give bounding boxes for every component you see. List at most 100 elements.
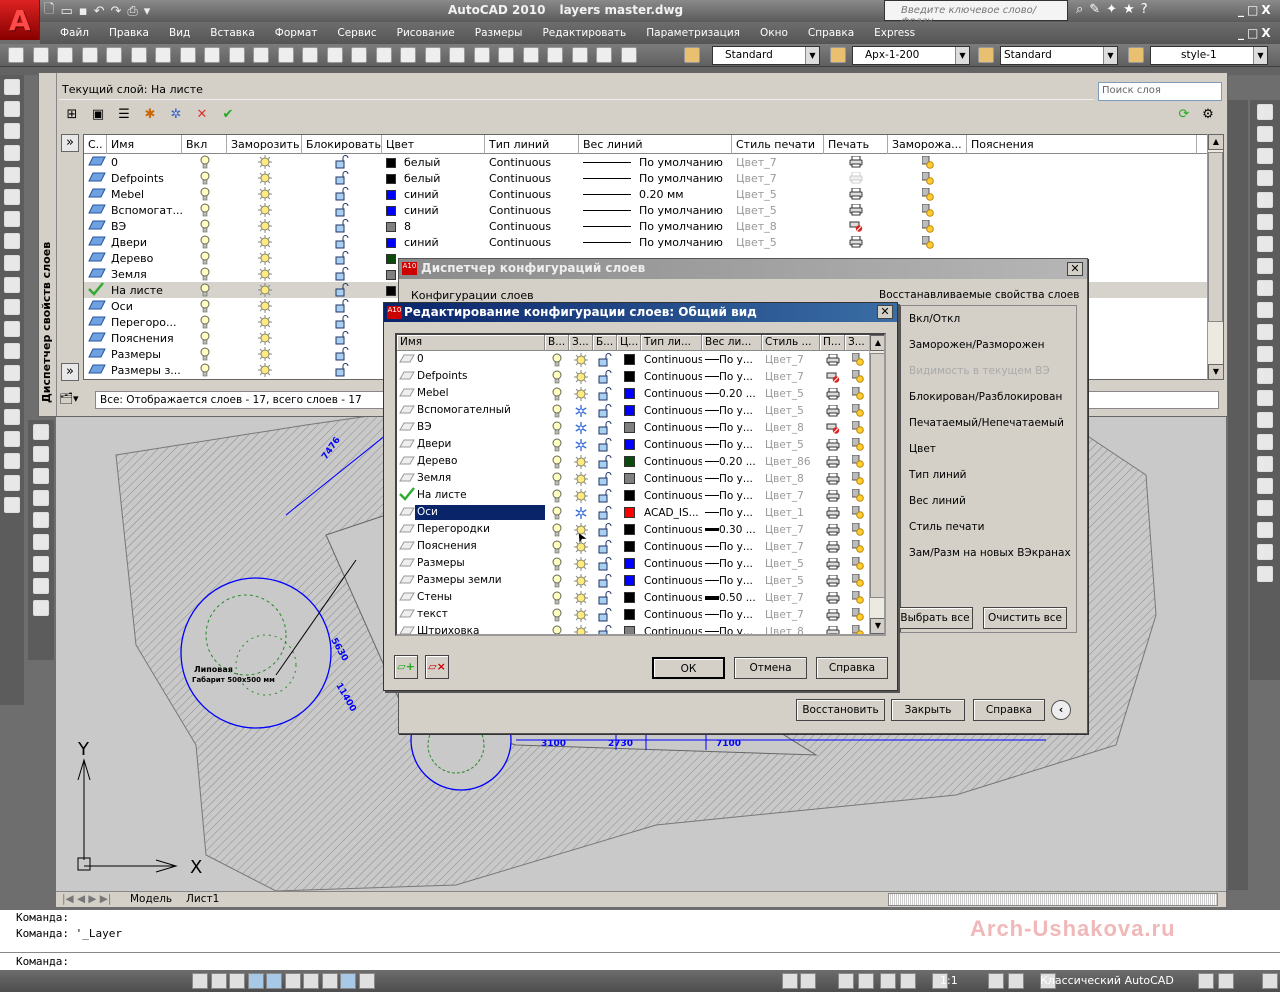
layer-name-cell[interactable]: Defpoints	[397, 369, 545, 384]
restore-property-checkbox[interactable]: Стиль печати	[901, 514, 1076, 540]
layer-thawed-sun-icon[interactable]	[569, 454, 593, 469]
open-icon[interactable]: ▭	[60, 4, 72, 19]
right-tool-9-icon[interactable]	[1257, 302, 1273, 318]
tab-model[interactable]: Модель	[130, 893, 172, 905]
new-vp-freeze-icon[interactable]	[845, 387, 870, 400]
layer-linetype[interactable]: Continuous	[641, 371, 702, 383]
column-header[interactable]: Стиль ...	[762, 335, 820, 351]
set-current-icon[interactable]: ✔	[219, 107, 237, 123]
layer-thawed-sun-icon[interactable]	[227, 203, 302, 217]
layer-table-scrollbar[interactable]: ▲ ▼	[1207, 134, 1224, 380]
menu-window[interactable]: Окно	[750, 27, 798, 39]
layer-lineweight[interactable]: По умолчанию	[579, 172, 732, 185]
right-tool-11-icon[interactable]	[1257, 346, 1273, 362]
infocenter-tools[interactable]: ⌕✎✦★?	[1076, 2, 1154, 17]
new-file-icon[interactable]: 🗋	[44, 0, 54, 22]
layer-thawed-sun-icon[interactable]	[569, 624, 593, 634]
menu-edit[interactable]: Правка	[99, 27, 159, 39]
rectangle-icon[interactable]	[4, 167, 20, 183]
layer-unlocked-icon[interactable]	[593, 386, 617, 401]
arc-icon[interactable]	[4, 189, 20, 205]
restore-property-checkbox[interactable]: Тип линий	[901, 462, 1076, 488]
layer-thawed-sun-icon[interactable]	[227, 235, 302, 249]
scroll-down-icon[interactable]: ▼	[870, 618, 884, 634]
plot-icon[interactable]	[820, 438, 845, 451]
column-header[interactable]: Заморозить	[227, 135, 302, 154]
layer-lineweight[interactable]: По у...	[702, 626, 762, 634]
color-swatch[interactable]	[617, 388, 641, 399]
close-button[interactable]: Закрыть	[891, 699, 965, 721]
make-block-icon[interactable]	[4, 343, 20, 359]
command-input[interactable]: Команда:	[0, 952, 1280, 968]
region-icon[interactable]	[4, 431, 20, 447]
layer-unlocked-icon[interactable]	[302, 235, 382, 249]
layer-name-cell[interactable]: На листе	[397, 487, 545, 504]
new-vp-freeze-icon[interactable]	[845, 472, 870, 485]
undo-icon[interactable]: ↶	[94, 4, 105, 19]
layer-unlocked-icon[interactable]	[593, 403, 617, 418]
plot-icon[interactable]	[820, 506, 845, 519]
layer-thawed-sun-icon[interactable]	[227, 267, 302, 281]
dim-style-icon[interactable]	[830, 47, 846, 63]
zoom-previous-icon[interactable]	[449, 47, 465, 63]
pan-icon[interactable]	[375, 47, 392, 63]
osnap-toggle[interactable]	[266, 973, 282, 989]
column-header[interactable]: Вес линий	[579, 135, 732, 154]
otrack-toggle[interactable]	[303, 973, 319, 989]
layer-thawed-sun-icon[interactable]	[569, 607, 593, 622]
3dosnap-toggle[interactable]	[284, 973, 301, 989]
layer-unlocked-icon[interactable]	[302, 203, 382, 217]
restore-property-checkbox[interactable]: Вкл/Откл	[901, 306, 1076, 332]
layer-unlocked-icon[interactable]	[302, 331, 382, 345]
expand-filter-tree-button[interactable]: »	[61, 363, 79, 381]
chevron-down-icon[interactable]: ▼	[805, 47, 819, 64]
layer-unlocked-icon[interactable]	[593, 624, 617, 634]
layer-thawed-sun-icon[interactable]	[569, 488, 593, 503]
layer-on-bulb-icon[interactable]	[545, 608, 569, 622]
text-style-icon[interactable]	[684, 47, 700, 63]
layer-on-bulb-icon[interactable]	[545, 404, 569, 418]
remove-layers-button[interactable]: ▱×	[425, 655, 449, 679]
color-swatch[interactable]	[617, 422, 641, 433]
layer-states-manager-icon[interactable]: ☰	[115, 107, 133, 123]
right-tool-4-icon[interactable]	[1257, 192, 1273, 208]
layer-name[interactable]: Mebel	[107, 188, 182, 201]
layer-lineweight[interactable]: 0.20 ...	[702, 388, 762, 400]
color-swatch[interactable]	[617, 473, 641, 484]
menu-tools[interactable]: Сервис	[327, 27, 386, 39]
cut-icon[interactable]	[204, 47, 220, 63]
markup-icon[interactable]	[571, 47, 588, 63]
right-tool-13-icon[interactable]	[1257, 390, 1273, 406]
layer-unlocked-icon[interactable]	[302, 315, 382, 329]
plot-icon[interactable]	[820, 387, 845, 400]
right-tool-7-icon[interactable]	[1257, 258, 1273, 274]
layer-on-bulb-icon[interactable]	[182, 251, 227, 265]
layer-color[interactable]: 8	[382, 220, 485, 233]
design-center-icon[interactable]	[498, 47, 514, 63]
layer-unlocked-icon[interactable]	[593, 420, 617, 435]
infocenter-search-input[interactable]: Введите ключевое слово/фразу	[884, 0, 1068, 27]
layer-on-bulb-icon[interactable]	[545, 506, 569, 520]
menu-format[interactable]: Формат	[265, 27, 328, 39]
cancel-button[interactable]: Отмена	[734, 657, 807, 679]
layer-name[interactable]: На листе	[107, 284, 182, 297]
right-tool-3-icon[interactable]	[1257, 170, 1273, 186]
restore-property-checkbox[interactable]: Печатаемый/Непечатаемый	[901, 410, 1076, 436]
layer-name[interactable]: Пояснения	[107, 332, 182, 345]
dim-style-select[interactable]: Арх-1-200 ▼	[852, 46, 970, 65]
layer-linetype[interactable]: Continuous	[641, 422, 702, 434]
layer-linetype[interactable]: Continuous	[485, 156, 579, 169]
layer-name[interactable]: ВЭ	[107, 220, 182, 233]
layer-color[interactable]: белый	[382, 156, 485, 169]
layer-state-row[interactable]: Двери Continuous По у... Цвет_5	[397, 436, 884, 453]
layer-row[interactable]: Mebel синий Continuous 0.20 мм Цвет_5	[84, 186, 1223, 202]
new-vp-freeze-icon[interactable]	[845, 489, 870, 502]
expand-filter-tree-button[interactable]: »	[61, 134, 79, 152]
layer-lineweight[interactable]: По у...	[702, 507, 762, 519]
publish-icon[interactable]	[130, 47, 147, 63]
layer-thawed-sun-icon[interactable]	[227, 171, 302, 185]
layer-state-row[interactable]: ВЭ Continuous По у... Цвет_8	[397, 419, 884, 436]
layer-state-row[interactable]: Defpoints Continuous По у... Цвет_7	[397, 368, 884, 385]
layer-state-row[interactable]: Mebel Continuous 0.20 ... Цвет_5	[397, 385, 884, 402]
layer-unlocked-icon[interactable]	[302, 299, 382, 313]
